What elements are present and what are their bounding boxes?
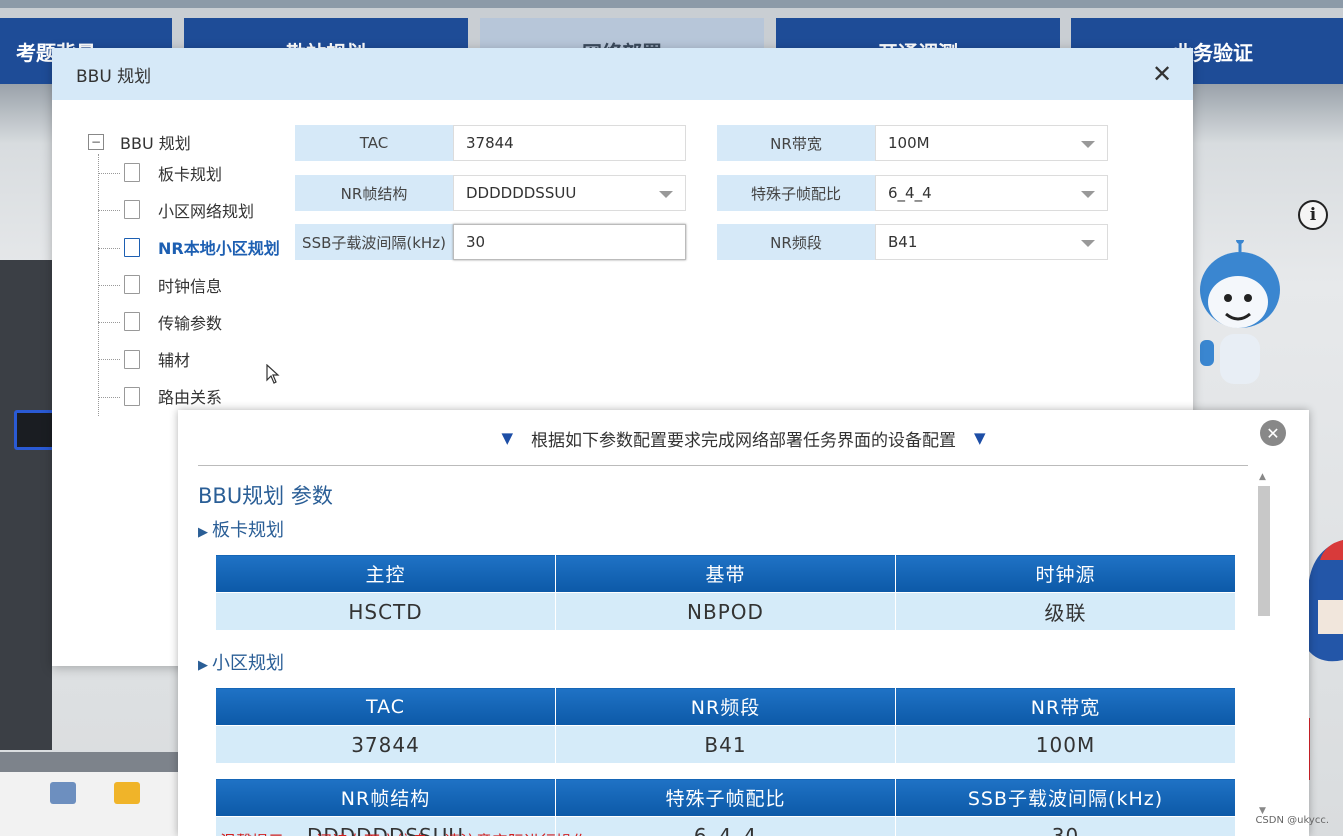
tip-body: BBU规划 参数 ▶ 板卡规划 主控 基带 时钟源 HSCTD NBPOD 级联 … [198, 472, 1252, 836]
form-row-tac: TAC 37844 [295, 125, 686, 161]
scroll-up-icon[interactable]: ▲ [1259, 472, 1266, 482]
table-header-cell: SSB子载波间隔(kHz) [895, 778, 1236, 817]
folder-icon[interactable] [114, 782, 140, 804]
mouse-cursor-icon [266, 364, 280, 384]
section-cell-planning: ▶ 小区规划 [198, 649, 1252, 675]
tree-item-label: 时钟信息 [158, 276, 223, 296]
table-cell: 30 [895, 816, 1236, 836]
watermark: CSDN @ukycc. [1255, 815, 1329, 826]
document-icon [124, 237, 140, 257]
mascot-robot [1200, 240, 1280, 384]
cell-table: TAC NR频段 NR带宽 37844 B41 100M [215, 687, 1236, 764]
triangle-right-icon: ▶ [198, 525, 208, 540]
table-row: HSCTD NBPOD 级联 [215, 592, 1236, 631]
table-header-cell: TAC [215, 687, 556, 726]
table-cell: HSCTD [215, 592, 556, 631]
tree-item-label: NR本地小区规划 [158, 239, 280, 259]
table-header-cell: 特殊子帧配比 [555, 778, 896, 817]
bandwidth-label: NR带宽 [717, 125, 875, 161]
document-icon [124, 312, 140, 332]
ssb-spacing-input[interactable]: 30 [453, 224, 686, 260]
form-row-band: NR频段 B41 [717, 224, 1108, 260]
tree-item-board-planning[interactable]: 板卡规划 [98, 154, 298, 191]
equipment-rack [0, 260, 52, 750]
rack-slot-highlight[interactable] [14, 410, 56, 450]
section-title: 小区规划 [212, 653, 284, 674]
tip-heading: BBU规划 参数 [198, 484, 333, 508]
document-icon [124, 349, 140, 369]
toolbar-strip [0, 772, 180, 836]
document-icon [124, 200, 140, 220]
table-header-cell: 基带 [555, 554, 896, 593]
table-header-row: 主控 基带 时钟源 [215, 554, 1236, 593]
triangle-down-icon: ▼ [974, 429, 986, 447]
document-icon[interactable] [50, 782, 76, 804]
tree-item-label: 板卡规划 [158, 164, 223, 184]
tree-item-nr-local-cell[interactable]: NR本地小区规划 [98, 229, 298, 266]
collapse-icon[interactable]: − [88, 134, 104, 150]
tree-root[interactable]: − BBU 规划 [88, 130, 298, 154]
table-cell: 6_4_4 [555, 816, 896, 836]
ssb-spacing-label: SSB子载波间隔(kHz) [295, 224, 453, 260]
table-header-cell: NR帧结构 [215, 778, 556, 817]
band-label: NR频段 [717, 224, 875, 260]
frame-structure-select[interactable]: DDDDDDSSUU [453, 175, 686, 211]
section-title: 板卡规划 [212, 520, 284, 541]
special-subframe-select[interactable]: 6_4_4 [875, 175, 1108, 211]
document-icon [124, 275, 140, 295]
bandwidth-select[interactable]: 100M [875, 125, 1108, 161]
tree-item-transport[interactable]: 传输参数 [98, 303, 298, 340]
table-header-cell: 主控 [215, 554, 556, 593]
dialog-header: BBU 规划 ✕ [52, 48, 1193, 100]
tac-label: TAC [295, 125, 453, 161]
board-table: 主控 基带 时钟源 HSCTD NBPOD 级联 [215, 554, 1236, 631]
tree-item-label: 路由关系 [158, 388, 223, 408]
document-icon [124, 386, 140, 406]
tree-item-clock-info[interactable]: 时钟信息 [98, 266, 298, 303]
table-cell: 37844 [215, 725, 556, 764]
tip-header: ▼ 根据如下参数配置要求完成网络部署任务界面的设备配置 ▼ [178, 410, 1309, 466]
tip-divider [198, 465, 1248, 466]
band-select[interactable]: B41 [875, 224, 1108, 260]
tip-scrollbar[interactable]: ▲ ▼ [1256, 472, 1272, 822]
table-header-cell: NR频段 [555, 687, 896, 726]
frame-structure-label: NR帧结构 [295, 175, 453, 211]
table-row: 37844 B41 100M [215, 725, 1236, 764]
info-icon[interactable]: i [1298, 200, 1328, 230]
tree-root-label: BBU 规划 [120, 134, 191, 153]
table-header-row: TAC NR频段 NR带宽 [215, 687, 1236, 726]
triangle-right-icon: ▶ [198, 658, 208, 673]
table-cell: 100M [895, 725, 1236, 764]
tree-item-label: 辅材 [158, 351, 191, 371]
floor-strip [0, 752, 180, 772]
document-icon [124, 163, 140, 183]
table-header-cell: NR带宽 [895, 687, 1236, 726]
dialog-close-button[interactable]: ✕ [1149, 60, 1175, 88]
table-header-row: NR帧结构 特殊子帧配比 SSB子载波间隔(kHz) [215, 778, 1236, 817]
tip-note: 温馨提示：…阅读右下方信息，请注意实际进行操作 [220, 828, 588, 836]
form-row-bandwidth: NR带宽 100M [717, 125, 1108, 161]
tac-input[interactable]: 37844 [453, 125, 686, 161]
table-cell: 级联 [895, 592, 1236, 631]
dialog-title: BBU 规划 [76, 66, 152, 87]
form-row-ssb: SSB子载波间隔(kHz) 30 [295, 224, 686, 260]
table-cell: B41 [555, 725, 896, 764]
triangle-down-icon: ▼ [501, 429, 513, 447]
table-cell: NBPOD [555, 592, 896, 631]
scroll-thumb[interactable] [1258, 486, 1270, 616]
special-subframe-label: 特殊子帧配比 [717, 175, 875, 211]
tree-item-label: 小区网络规划 [158, 201, 255, 221]
form-row-frame: NR帧结构 DDDDDDSSUU [295, 175, 686, 211]
app-top-strip [0, 0, 1343, 8]
tip-close-button[interactable]: ✕ [1260, 420, 1286, 446]
tip-header-text: 根据如下参数配置要求完成网络部署任务界面的设备配置 [531, 430, 956, 451]
table-header-cell: 时钟源 [895, 554, 1236, 593]
parameter-tip-panel: ▼ 根据如下参数配置要求完成网络部署任务界面的设备配置 ▼ ✕ BBU规划 参数… [178, 410, 1309, 836]
tree-item-label: 传输参数 [158, 313, 223, 333]
tree-item-cell-network[interactable]: 小区网络规划 [98, 191, 298, 228]
form-row-special: 特殊子帧配比 6_4_4 [717, 175, 1108, 211]
section-board-planning: ▶ 板卡规划 [198, 516, 1252, 542]
